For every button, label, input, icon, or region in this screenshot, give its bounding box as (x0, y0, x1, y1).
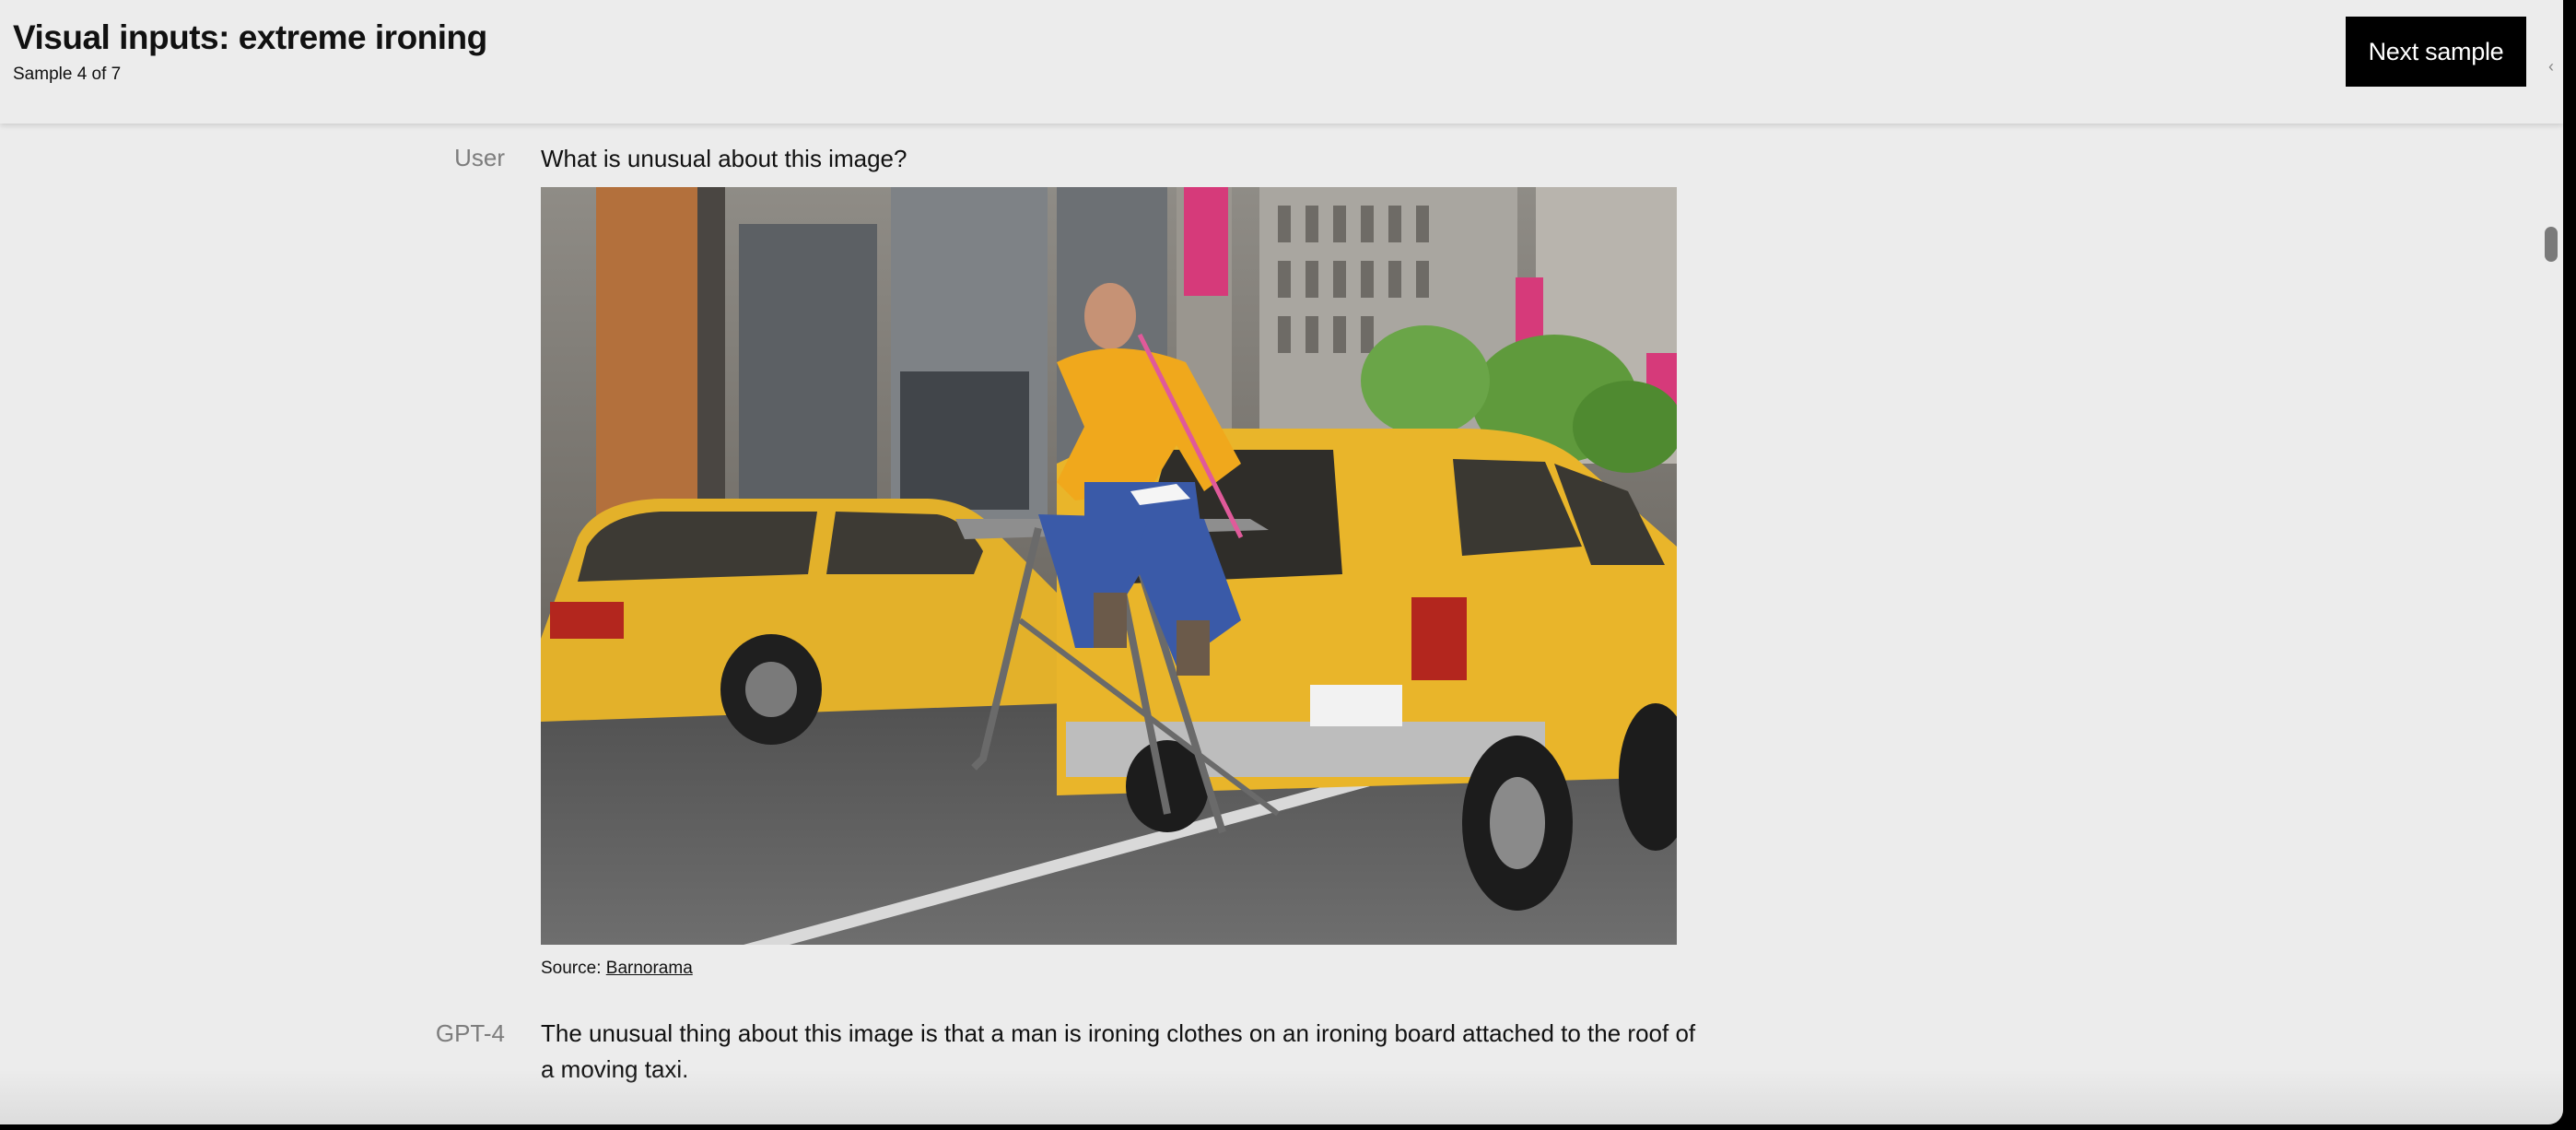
next-sample-button[interactable]: Next sample (2346, 17, 2526, 87)
image-source: Source: Barnorama (541, 959, 693, 979)
sample-header: Visual inputs: extreme ironing Sample 4 … (0, 0, 2563, 124)
assistant-role-label: GPT-4 (435, 1019, 505, 1047)
user-role-label: User (454, 144, 505, 171)
partial-icon: ‹ (2548, 57, 2554, 76)
page-title: Visual inputs: extreme ironing (13, 18, 487, 56)
source-prefix: Source: (541, 959, 606, 978)
sample-counter: Sample 4 of 7 (13, 65, 122, 84)
user-message: What is unusual about this image? (541, 145, 907, 172)
assistant-message: The unusual thing about this image is th… (541, 1019, 1696, 1083)
ironing-taxi-photo (541, 187, 1677, 945)
app-window: Visual inputs: extreme ironing Sample 4 … (0, 0, 2563, 1124)
source-link[interactable]: Barnorama (606, 959, 693, 978)
scrollbar-thumb[interactable] (2545, 227, 2558, 262)
